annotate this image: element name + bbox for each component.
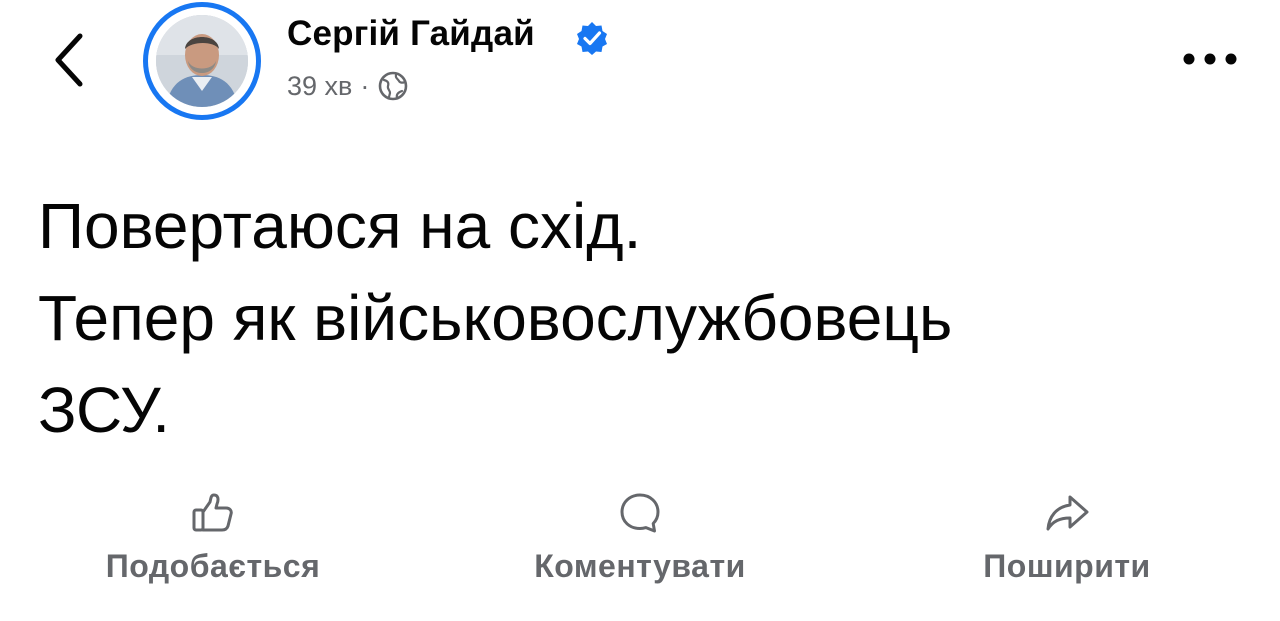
like-label: Подобається bbox=[105, 548, 321, 584]
chevron-left-icon bbox=[55, 33, 83, 87]
post-time[interactable]: 39 хв bbox=[287, 71, 352, 102]
comment-label: Коментувати bbox=[534, 548, 746, 584]
post-actions: Подобається Коментувати Поширити bbox=[0, 490, 1280, 600]
meta-separator: · bbox=[360, 70, 370, 101]
verified-badge-icon bbox=[577, 22, 607, 55]
share-button[interactable]: Поширити bbox=[970, 490, 1164, 590]
share-arrow-icon bbox=[1046, 495, 1089, 531]
comment-bubble-icon bbox=[620, 493, 660, 533]
more-icon bbox=[1183, 53, 1237, 65]
post-text: Повертаюся на схід. Тепер як військовосл… bbox=[38, 190, 953, 446]
author-name[interactable]: Сергій Гайдай bbox=[287, 14, 535, 54]
share-label: Поширити bbox=[983, 548, 1151, 584]
more-options-button[interactable] bbox=[1180, 46, 1240, 72]
author-avatar[interactable] bbox=[143, 2, 261, 120]
back-button[interactable] bbox=[48, 30, 92, 90]
comment-button[interactable]: Коментувати bbox=[518, 490, 762, 590]
globe-icon bbox=[379, 71, 408, 101]
avatar-photo bbox=[156, 15, 248, 107]
thumbs-up-icon bbox=[192, 493, 233, 532]
post-meta: 39 хв · bbox=[287, 70, 409, 102]
like-button[interactable]: Подобається bbox=[93, 490, 333, 590]
